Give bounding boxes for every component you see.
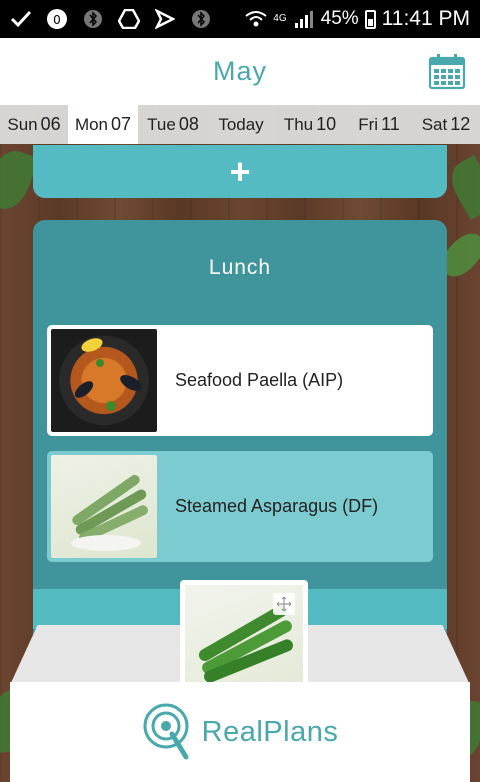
network-type: 4G [273,13,287,24]
app-header: May [0,38,480,105]
day-tab-today[interactable]: Today [208,105,274,144]
day-tab-fri[interactable]: Fri 11 [346,105,412,144]
recipe-thumbnail-paella [51,329,157,432]
download-icon [154,8,176,30]
day-tab-sat[interactable]: Sat 12 [412,105,480,144]
voicemail-icon: 0 [46,8,68,30]
recipe-name: Seafood Paella (AIP) [175,370,344,390]
day-selector: Sun 06 Mon 07 Tue 08 Today Thu 10 Fri 11 Sat 1… [0,105,480,144]
battery-percent: 45% [320,8,359,29]
recipe-thumbnail-asparagus [185,585,303,682]
svg-text:0: 0 [53,13,61,27]
recipe-item[interactable]: Seafood Paella (AIP) [47,325,433,436]
realplans-logo-icon [143,703,189,760]
day-tab-sun[interactable]: Sun 06 [0,105,68,144]
day-tab-tue[interactable]: Tue 08 [138,105,208,144]
clock: 11:41 PM [381,7,470,30]
drive-icon [118,8,140,30]
footer: RealPlans [10,682,470,782]
calendar-icon [428,54,466,90]
status-bar: 0 4G 45% 11:41 PM [0,0,480,38]
recipe-item[interactable]: Steamed Asparagus (DF) [47,451,433,562]
bluetooth-icon [82,8,104,30]
wifi-icon [245,8,267,30]
add-meal-button[interactable]: + [33,145,447,198]
check-icon [10,8,32,30]
brand-logo: RealPlans [142,702,339,762]
battery-icon [364,9,376,29]
brand-name: RealPlans [201,715,339,748]
recipe-thumbnail-asparagus [51,455,157,558]
bluetooth-icon [190,8,212,30]
plus-icon: + [229,150,251,192]
recipe-name: Steamed Asparagus (DF) [175,496,379,516]
day-tab-thu[interactable]: Thu 10 [274,105,346,144]
meal-title: Lunch [208,256,272,279]
dragged-recipe-card[interactable] [180,580,308,682]
month-title: May [212,56,267,86]
signal-icon [293,8,315,30]
day-tab-mon[interactable]: Mon 07 [68,105,138,144]
calendar-button[interactable] [428,52,466,90]
move-icon[interactable] [273,593,295,615]
